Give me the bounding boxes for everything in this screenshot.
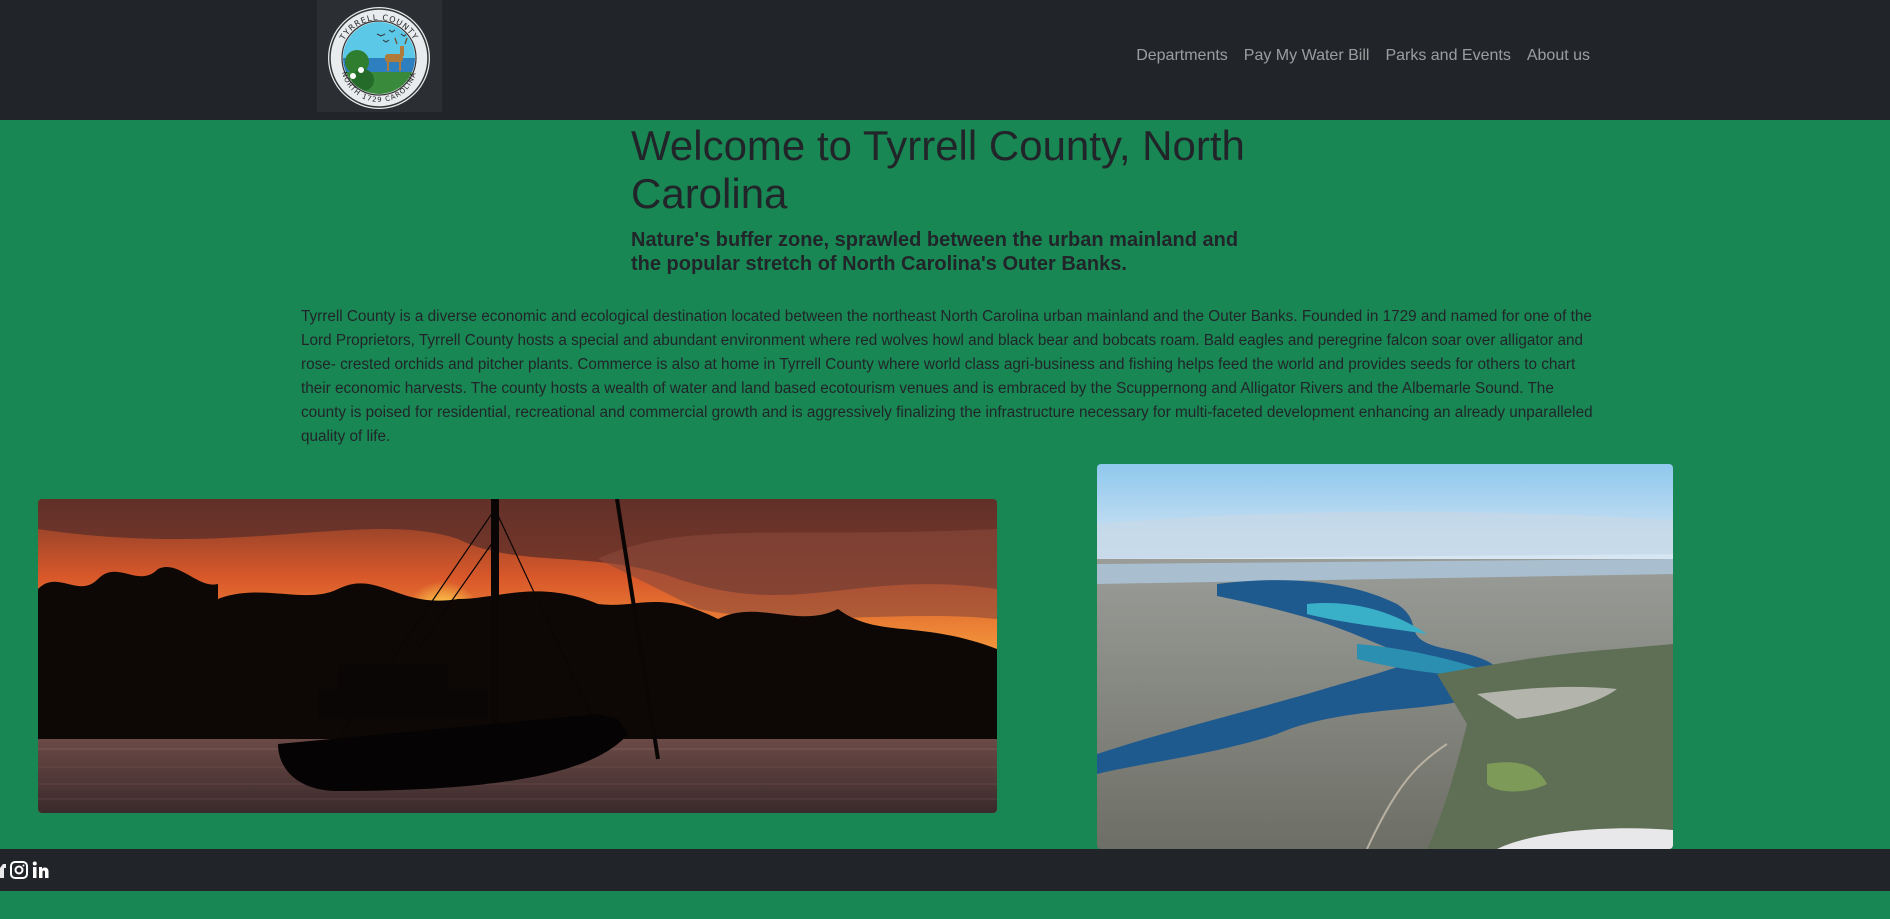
top-navbar: TYRRELL COUNTY NORTH 1729 CAROLINA Depar… xyxy=(0,0,1890,120)
nav-item-water-bill: Pay My Water Bill xyxy=(1244,44,1370,68)
instagram-icon[interactable] xyxy=(10,860,28,885)
main-nav: Departments Pay My Water Bill Parks and … xyxy=(1136,44,1590,68)
intro-paragraph: Tyrrell County is a diverse economic and… xyxy=(301,308,1593,445)
footer-bar xyxy=(0,849,1890,891)
page-subtitle: Nature's buffer zone, sprawled between t… xyxy=(631,229,1239,275)
facebook-icon[interactable] xyxy=(0,860,6,885)
aerial-river-photo xyxy=(1097,464,1673,849)
nav-link-parks-events[interactable]: Parks and Events xyxy=(1385,47,1510,64)
nav-link-about-us[interactable]: About us xyxy=(1527,47,1590,64)
tyrrell-county-seal-icon: TYRRELL COUNTY NORTH 1729 CAROLINA xyxy=(328,7,430,109)
nav-item-parks-events: Parks and Events xyxy=(1385,44,1510,68)
page-title: Welcome to Tyrrell County, North Carolin… xyxy=(631,122,1245,217)
home-logo-link[interactable]: TYRRELL COUNTY NORTH 1729 CAROLINA xyxy=(317,0,442,112)
social-links xyxy=(0,860,50,885)
sailboat-sunset-photo xyxy=(38,499,997,813)
nav-item-about: About us xyxy=(1527,44,1590,68)
nav-link-pay-water-bill[interactable]: Pay My Water Bill xyxy=(1244,47,1370,64)
nav-link-departments[interactable]: Departments xyxy=(1136,47,1228,64)
hero-section: Welcome to Tyrrell County, North Carolin… xyxy=(631,120,1271,276)
nav-item-departments: Departments xyxy=(1136,44,1228,68)
linkedin-icon[interactable] xyxy=(32,860,50,885)
